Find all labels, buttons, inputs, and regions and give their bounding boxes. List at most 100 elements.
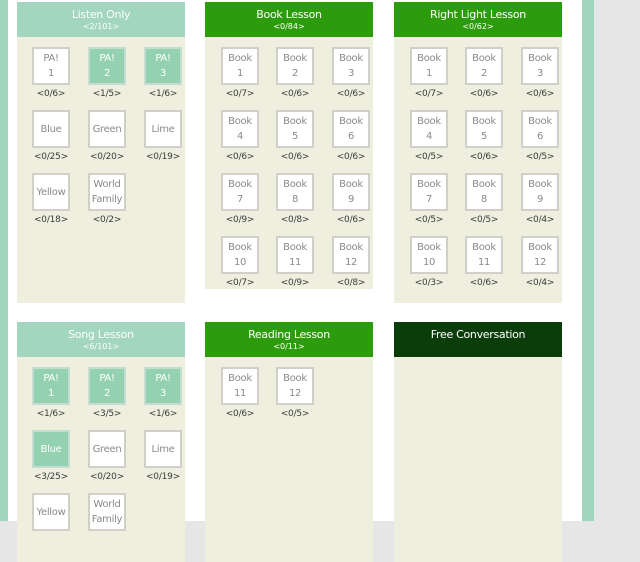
- lesson-tile-button[interactable]: Book 10: [410, 236, 448, 274]
- lesson-tile-button[interactable]: PA! 2: [88, 47, 126, 85]
- lesson-tile-button[interactable]: Book 11: [465, 236, 503, 274]
- tile-count: <0/9>: [225, 215, 255, 225]
- lesson-tile-button[interactable]: Green: [88, 110, 126, 148]
- tile-number: Family: [91, 194, 123, 205]
- lesson-tile-button[interactable]: Book 4: [221, 110, 259, 148]
- lesson-tile-button[interactable]: Book 11: [221, 367, 259, 405]
- panel-header-right-light-lesson[interactable]: Right Light Lesson <0/62>: [394, 2, 562, 37]
- lesson-dashboard: Listen Only <2/101> PA! 1 <0/6> PA! 2 <1/5> PA! 3…: [8, 0, 582, 562]
- lesson-tile-button[interactable]: Book 2: [465, 47, 503, 85]
- tile-count: <0/5>: [280, 409, 310, 419]
- lesson-tile-button[interactable]: Blue: [32, 430, 70, 468]
- panel-header-free-conversation[interactable]: Free Conversation: [394, 322, 562, 357]
- panel-header-listen-only[interactable]: Listen Only <2/101>: [17, 2, 185, 37]
- lesson-tile-button[interactable]: World Family: [88, 173, 126, 211]
- tile-number: 3: [159, 388, 167, 399]
- tile-number: 3: [159, 68, 167, 79]
- lesson-tile-button[interactable]: Book 5: [465, 110, 503, 148]
- tile-label: Book: [283, 373, 307, 384]
- lesson-item: Book 6 <0/5>: [521, 110, 559, 170]
- lesson-item: World Family: [88, 493, 126, 553]
- lesson-tile-button[interactable]: Book 12: [332, 236, 370, 274]
- lesson-item: Book 1 <0/7>: [410, 47, 448, 107]
- lesson-tile-button[interactable]: Book 11: [276, 236, 314, 274]
- lesson-item: PA! 2 <1/5>: [88, 47, 126, 107]
- tile-count: <0/6>: [280, 89, 310, 99]
- lesson-tile-button[interactable]: PA! 1: [32, 47, 70, 85]
- lesson-tile-button[interactable]: PA! 2: [88, 367, 126, 405]
- lesson-item: Book 3 <0/6>: [521, 47, 559, 107]
- lesson-item: Yellow: [32, 493, 70, 553]
- lesson-item: Book 8 <0/8>: [276, 173, 314, 233]
- lesson-tile-button[interactable]: PA! 1: [32, 367, 70, 405]
- lesson-tile-button[interactable]: Yellow: [32, 173, 70, 211]
- lesson-item: PA! 2 <3/5>: [88, 367, 126, 427]
- tile-number: 11: [288, 257, 302, 268]
- lesson-tile-button[interactable]: World Family: [88, 493, 126, 531]
- lesson-tile-button[interactable]: Book 8: [276, 173, 314, 211]
- panel-progress: <0/84>: [273, 22, 305, 31]
- tile-label: Green: [92, 123, 122, 135]
- lesson-tile-button[interactable]: Book 3: [332, 47, 370, 85]
- tile-label: Book: [283, 242, 307, 253]
- lesson-tile-button[interactable]: Book 7: [410, 173, 448, 211]
- lesson-tile-button[interactable]: Green: [88, 430, 126, 468]
- tile-label: Book: [528, 53, 552, 64]
- lesson-tile-button[interactable]: Book 1: [410, 47, 448, 85]
- tile-count: <0/6>: [336, 152, 366, 162]
- lesson-tile-button[interactable]: Book 7: [221, 173, 259, 211]
- lesson-item: Book 9 <0/6>: [332, 173, 370, 233]
- lesson-tile-button[interactable]: Book 9: [332, 173, 370, 211]
- lesson-tile-button[interactable]: Lime: [144, 110, 182, 148]
- lesson-tile-button[interactable]: Book 12: [521, 236, 559, 274]
- panel-header-reading-lesson[interactable]: Reading Lesson <0/11>: [205, 322, 373, 357]
- tile-count: <0/8>: [280, 215, 310, 225]
- lesson-tile-button[interactable]: Book 8: [465, 173, 503, 211]
- lesson-item: Green <0/20>: [88, 430, 126, 490]
- lesson-item: Book 11 <0/9>: [276, 236, 314, 296]
- lesson-tile-button[interactable]: Lime: [144, 430, 182, 468]
- lesson-tile-button[interactable]: Book 4: [410, 110, 448, 148]
- panel-song-lesson: Song Lesson <6/101> PA! 1 <1/6> PA! 2 <3/5> PA! 3…: [17, 322, 185, 562]
- lesson-tile-button[interactable]: Book 10: [221, 236, 259, 274]
- lesson-item: Book 6 <0/6>: [332, 110, 370, 170]
- tile-count: <0/6>: [469, 152, 499, 162]
- tile-number: 10: [233, 257, 247, 268]
- lesson-item: Book 7 <0/5>: [410, 173, 448, 233]
- lesson-tile-button[interactable]: PA! 3: [144, 47, 182, 85]
- lesson-tile-button[interactable]: Book 12: [276, 367, 314, 405]
- lesson-tile-button[interactable]: Book 1: [221, 47, 259, 85]
- tile-label: PA!: [155, 373, 171, 384]
- tile-label: Book: [528, 179, 552, 190]
- tile-count: <3/25>: [33, 472, 69, 482]
- lesson-tile-button[interactable]: PA! 3: [144, 367, 182, 405]
- lesson-item: Book 2 <0/6>: [276, 47, 314, 107]
- lesson-tile-button[interactable]: Book 9: [521, 173, 559, 211]
- tile-label: Book: [339, 53, 363, 64]
- tile-number: 11: [477, 257, 491, 268]
- lesson-tile-button[interactable]: Yellow: [32, 493, 70, 531]
- panel-header-song-lesson[interactable]: Song Lesson <6/101>: [17, 322, 185, 357]
- panel-listen-only: Listen Only <2/101> PA! 1 <0/6> PA! 2 <1/5> PA! 3…: [17, 2, 185, 303]
- lesson-item: Book 5 <0/6>: [276, 110, 314, 170]
- lesson-tile-button[interactable]: Blue: [32, 110, 70, 148]
- tile-number: 11: [233, 388, 247, 399]
- lesson-item: Book 10 <0/7>: [221, 236, 259, 296]
- lesson-tile-button[interactable]: Book 6: [332, 110, 370, 148]
- lesson-item: PA! 1 <1/6>: [32, 367, 70, 427]
- tile-label: Book: [283, 53, 307, 64]
- lesson-tile-button[interactable]: Book 3: [521, 47, 559, 85]
- panel-progress: <6/101>: [82, 342, 120, 351]
- panel-header-book-lesson[interactable]: Book Lesson <0/84>: [205, 2, 373, 37]
- tile-number: 7: [236, 194, 244, 205]
- tile-number: 4: [236, 131, 244, 142]
- lesson-tile-button[interactable]: Book 6: [521, 110, 559, 148]
- tile-label: PA!: [43, 53, 59, 64]
- tile-label: PA!: [99, 53, 115, 64]
- tile-count: <0/9>: [280, 278, 310, 288]
- lesson-tile-button[interactable]: Book 5: [276, 110, 314, 148]
- panel-title: Listen Only: [71, 8, 131, 21]
- tile-label: Lime: [151, 443, 175, 455]
- lesson-item: Book 2 <0/6>: [465, 47, 503, 107]
- lesson-tile-button[interactable]: Book 2: [276, 47, 314, 85]
